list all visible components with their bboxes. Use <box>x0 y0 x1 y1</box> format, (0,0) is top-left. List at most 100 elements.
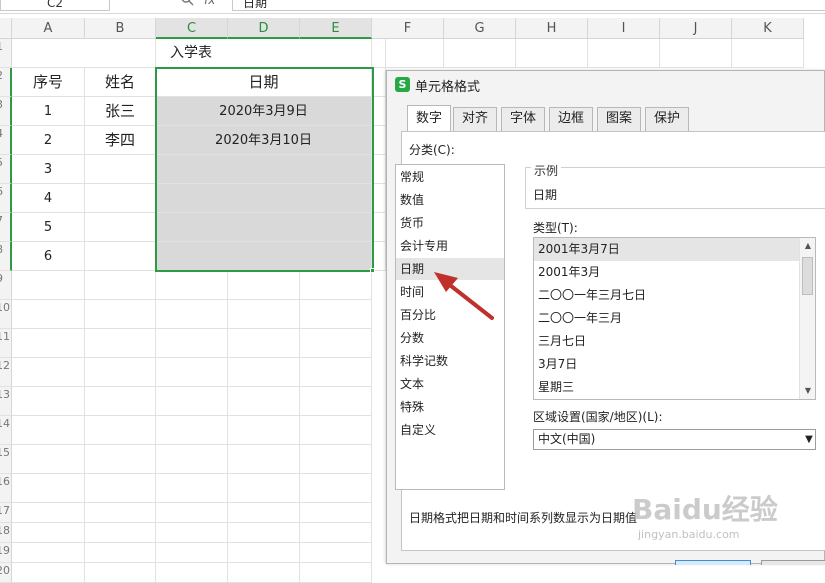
fx-icon[interactable]: fx <box>204 0 215 7</box>
grid-cell[interactable] <box>156 416 228 445</box>
cell-name[interactable] <box>85 242 156 271</box>
row-header-4[interactable]: 4 <box>0 126 12 155</box>
grid-cell[interactable] <box>85 474 156 503</box>
grid-cell[interactable] <box>156 445 228 474</box>
row-header-15[interactable]: 15 <box>0 445 12 474</box>
row-header-18[interactable]: 18 <box>0 523 12 543</box>
grid-cell[interactable] <box>12 563 85 583</box>
cell-seq[interactable]: 3 <box>12 155 85 184</box>
type-list-scrollbar[interactable]: ▲ ▼ <box>799 238 815 399</box>
column-header-B[interactable]: B <box>85 18 156 39</box>
dialog-titlebar[interactable]: S 单元格格式 <box>387 71 825 97</box>
grid-cell[interactable] <box>85 445 156 474</box>
grid-cell[interactable] <box>372 39 444 68</box>
scroll-up-icon[interactable]: ▲ <box>800 238 815 254</box>
tab-protection[interactable]: 保护 <box>645 107 690 131</box>
row-header-6[interactable]: 6 <box>0 184 12 213</box>
row-header-19[interactable]: 19 <box>0 543 12 563</box>
grid-cell[interactable] <box>228 271 300 300</box>
tab-pattern[interactable]: 图案 <box>597 107 642 131</box>
cell-name[interactable] <box>85 155 156 184</box>
type-item[interactable]: 三月七日 <box>534 330 799 353</box>
grid-cell[interactable] <box>228 329 300 358</box>
cell-seq[interactable]: 4 <box>12 184 85 213</box>
grid-cell[interactable] <box>372 184 386 213</box>
type-list[interactable]: ▲ ▼ 2001年3月7日 2001年3月 二〇〇一年三月七日 二〇〇一年三月 三月七日… <box>533 237 816 400</box>
tab-border[interactable]: 边框 <box>549 107 594 131</box>
category-item[interactable]: 货币 <box>396 212 504 234</box>
grid-cell[interactable] <box>85 563 156 583</box>
grid-cell[interactable] <box>12 387 85 416</box>
grid-cell[interactable] <box>372 213 386 242</box>
scroll-thumb[interactable] <box>802 257 813 295</box>
grid-cell[interactable] <box>300 416 372 445</box>
category-item[interactable]: 数值 <box>396 189 504 211</box>
grid-cell[interactable] <box>85 329 156 358</box>
scroll-down-icon[interactable]: ▼ <box>800 383 815 399</box>
row-header-13[interactable]: 13 <box>0 387 12 416</box>
cell-A1[interactable] <box>12 39 156 68</box>
grid-cell[interactable] <box>732 39 804 68</box>
column-header-I[interactable]: I <box>588 18 660 39</box>
grid-cell[interactable] <box>372 97 386 126</box>
type-item[interactable]: 星期三 <box>534 376 799 399</box>
cell-seq[interactable]: 6 <box>12 242 85 271</box>
category-item[interactable]: 常规 <box>396 166 504 188</box>
grid-cell[interactable] <box>228 358 300 387</box>
category-item[interactable]: 会计专用 <box>396 235 504 257</box>
cell-date[interactable] <box>156 184 372 213</box>
grid-cell[interactable] <box>228 416 300 445</box>
column-header-D[interactable]: D <box>228 18 300 39</box>
fill-handle[interactable] <box>370 268 375 273</box>
grid-cell[interactable] <box>300 543 372 563</box>
category-item[interactable]: 百分比 <box>396 304 504 326</box>
category-item[interactable]: 特殊 <box>396 396 504 418</box>
row-header-2[interactable]: 2 <box>0 68 12 97</box>
row-header-16[interactable]: 16 <box>0 474 12 503</box>
grid-cell[interactable] <box>85 543 156 563</box>
grid-cell[interactable] <box>228 523 300 543</box>
type-item[interactable]: 2001年3月 <box>534 261 799 284</box>
category-list[interactable]: 常规 数值 货币 会计专用 日期 时间 百分比 分数 科学记数 文本 特殊 自定义 <box>395 164 505 490</box>
grid-cell[interactable] <box>300 329 372 358</box>
header-seq[interactable]: 序号 <box>12 68 85 97</box>
row-header-8[interactable]: 8 <box>0 242 12 271</box>
grid-cell[interactable] <box>156 503 228 523</box>
grid-cell[interactable] <box>12 503 85 523</box>
tab-font[interactable]: 字体 <box>501 107 546 131</box>
column-header-G[interactable]: G <box>444 18 516 39</box>
ok-button[interactable] <box>675 560 751 565</box>
cell-date[interactable] <box>156 155 372 184</box>
column-header-F[interactable]: F <box>372 18 444 39</box>
row-header-20[interactable]: 20 <box>0 563 12 583</box>
cell-seq[interactable]: 2 <box>12 126 85 155</box>
category-item[interactable]: 自定义 <box>396 419 504 441</box>
row-header-5[interactable]: 5 <box>0 155 12 184</box>
cell-name[interactable] <box>85 213 156 242</box>
grid-cell[interactable] <box>516 39 588 68</box>
grid-cell[interactable] <box>228 503 300 523</box>
grid-cell[interactable] <box>156 523 228 543</box>
grid-cell[interactable] <box>228 543 300 563</box>
grid-cell[interactable] <box>300 563 372 583</box>
grid-cell[interactable] <box>156 358 228 387</box>
category-item[interactable]: 文本 <box>396 373 504 395</box>
grid-cell[interactable] <box>228 474 300 503</box>
type-item[interactable]: 二〇〇一年三月七日 <box>534 284 799 307</box>
grid-cell[interactable] <box>12 271 85 300</box>
grid-cell[interactable] <box>300 387 372 416</box>
column-header-A[interactable]: A <box>12 18 85 39</box>
grid-cell[interactable] <box>300 358 372 387</box>
grid-cell[interactable] <box>156 474 228 503</box>
category-item[interactable]: 时间 <box>396 281 504 303</box>
header-date[interactable]: 日期 <box>156 68 372 97</box>
locale-select[interactable]: 中文(中国) ▼ <box>533 429 816 450</box>
cell-date[interactable] <box>156 242 372 271</box>
grid-cell[interactable] <box>372 126 386 155</box>
grid-cell[interactable] <box>85 416 156 445</box>
grid-cell[interactable] <box>300 300 372 329</box>
grid-cell[interactable] <box>156 543 228 563</box>
grid-cell[interactable] <box>228 387 300 416</box>
grid-cell[interactable] <box>12 445 85 474</box>
row-header-12[interactable]: 12 <box>0 358 12 387</box>
